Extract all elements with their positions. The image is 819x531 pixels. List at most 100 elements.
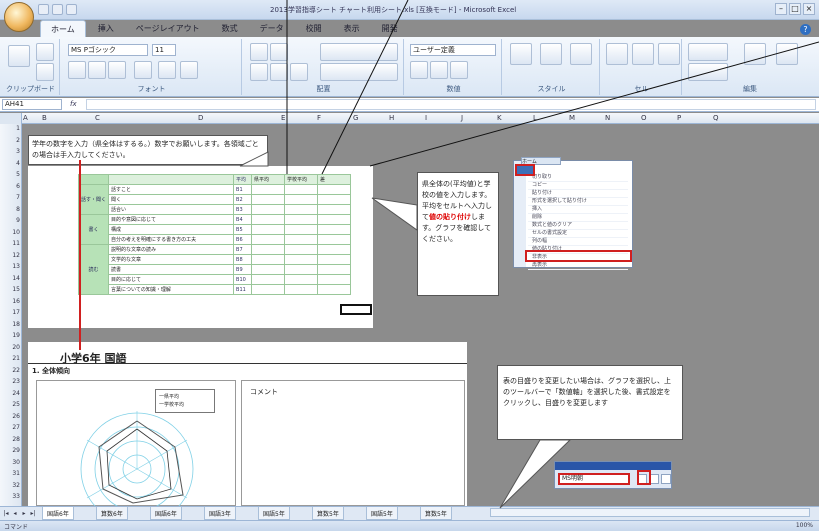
row-header[interactable]: 4 [0,160,20,167]
sheet-tab[interactable]: 国語3年 [204,507,236,520]
table-group-cell[interactable]: 読む [77,244,110,295]
undo-icon[interactable] [52,4,63,15]
row-header[interactable]: 28 [0,436,20,443]
wrap-text-button[interactable] [320,43,398,61]
table-header-cell[interactable]: 平均 [233,174,253,185]
conditional-format-icon[interactable] [510,43,532,65]
copy-icon[interactable] [36,63,54,81]
row-header[interactable]: 19 [0,332,20,339]
table-input-cell[interactable] [284,204,319,215]
table-group-cell[interactable]: 話す・聞く [77,184,110,215]
tab-developer[interactable]: 開発 [372,20,408,38]
tab-review[interactable]: 校閲 [296,20,332,38]
table-input-cell[interactable] [317,244,352,255]
row-header[interactable]: 24 [0,390,20,397]
row-header[interactable]: 18 [0,321,20,328]
column-header[interactable]: K [497,114,502,122]
row-header[interactable]: 29 [0,447,20,454]
last-sheet-icon[interactable]: ▸| [29,509,37,518]
table-label-cell[interactable]: 目的に応じて [108,274,235,285]
table-group-cell[interactable]: 書く [77,214,110,245]
select-all-corner[interactable] [0,113,22,124]
sheet-tab[interactable]: 国語5年 [366,507,398,520]
table-mark-cell[interactable]: B4 [233,214,253,225]
row-header[interactable]: 32 [0,482,20,489]
format-table-icon[interactable] [540,43,562,65]
delete-cells-icon[interactable] [632,43,654,65]
column-header[interactable]: M [569,114,575,122]
table-label-cell[interactable]: 自分の考えを明確にする書き方の工夫 [108,234,235,245]
sheet-tab[interactable]: 国語5年 [258,507,290,520]
table-input-cell[interactable] [284,274,319,285]
cut-icon[interactable] [36,43,54,61]
table-input-cell[interactable] [251,204,286,215]
first-sheet-icon[interactable]: |◂ [2,509,10,518]
table-input-cell[interactable] [251,224,286,235]
table-mark-cell[interactable]: B9 [233,264,253,275]
row-header[interactable]: 10 [0,229,20,236]
prev-sheet-icon[interactable]: ◂ [11,509,19,518]
table-input-cell[interactable] [251,184,286,195]
row-header[interactable]: 6 [0,183,20,190]
table-mark-cell[interactable]: B6 [233,234,253,245]
table-input-cell[interactable] [284,224,319,235]
sheet-tab[interactable]: 算数5年 [420,507,452,520]
table-input-cell[interactable] [284,254,319,265]
tab-data[interactable]: データ [250,20,294,38]
table-label-cell[interactable]: 話すこと [108,184,235,195]
table-label-cell[interactable]: 聞く [108,194,235,205]
bold-icon[interactable] [68,61,86,79]
font-name-select[interactable]: MS Pゴシック [68,44,148,56]
office-button[interactable] [4,2,34,32]
italic-icon[interactable] [88,61,106,79]
cell-styles-icon[interactable] [570,43,592,65]
minimize-button[interactable]: – [775,3,787,15]
border-icon[interactable] [134,61,152,79]
row-header[interactable]: 20 [0,344,20,351]
table-input-cell[interactable] [251,234,286,245]
find-select-icon[interactable] [776,43,798,65]
row-header[interactable]: 14 [0,275,20,282]
table-mark-cell[interactable]: B11 [233,284,253,295]
radar-chart[interactable]: 一県平均 一学校平均 [36,380,236,526]
column-header[interactable]: J [461,114,463,122]
table-input-cell[interactable] [284,244,319,255]
maximize-button[interactable]: □ [789,3,801,15]
row-header[interactable]: 9 [0,217,20,224]
row-header[interactable]: 5 [0,171,20,178]
row-header[interactable]: 2 [0,137,20,144]
insert-cells-icon[interactable] [606,43,628,65]
column-header[interactable]: C [95,114,100,122]
row-header[interactable]: 16 [0,298,20,305]
table-mark-cell[interactable]: B3 [233,204,253,215]
redo-icon[interactable] [66,4,77,15]
table-mark-cell[interactable]: B1 [233,184,253,195]
table-label-cell[interactable]: 文学的な文章 [108,254,235,265]
row-header[interactable]: 30 [0,459,20,466]
row-header[interactable]: 13 [0,263,20,270]
fill-button[interactable] [688,63,728,81]
sheet-tab[interactable]: 算数6年 [96,507,128,520]
sheet-tab[interactable]: 算数5年 [312,507,344,520]
table-mark-cell[interactable]: B7 [233,244,253,255]
row-header[interactable]: 23 [0,378,20,385]
column-header[interactable]: A [23,114,28,122]
column-header[interactable]: N [605,114,610,122]
align-center-icon[interactable] [270,63,288,81]
table-input-cell[interactable] [317,214,352,225]
save-icon[interactable] [38,4,49,15]
table-mark-cell[interactable]: B10 [233,274,253,285]
horizontal-scrollbar[interactable] [490,508,810,517]
table-header-cell[interactable]: 学校平均 [284,174,319,185]
table-input-cell[interactable] [284,184,319,195]
table-input-cell[interactable] [284,264,319,275]
column-header[interactable]: E [281,114,285,122]
table-mark-cell[interactable]: B8 [233,254,253,265]
table-input-cell[interactable] [317,284,352,295]
row-header[interactable]: 3 [0,148,20,155]
paste-icon[interactable] [8,45,30,67]
sort-filter-icon[interactable] [744,43,766,65]
table-mark-cell[interactable]: B5 [233,224,253,235]
table-input-cell[interactable] [251,264,286,275]
table-header-cell[interactable]: 差 [317,174,352,185]
